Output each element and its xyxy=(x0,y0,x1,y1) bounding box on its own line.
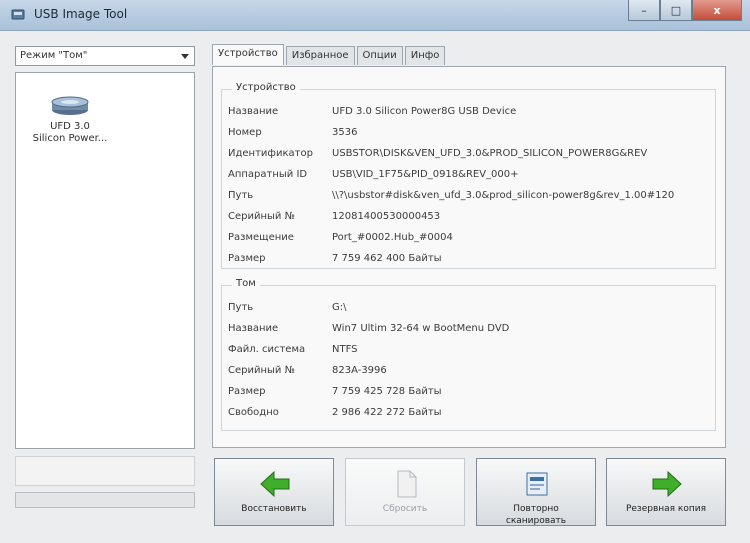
app-window: USB Image Tool – □ x Режим "Том" UFD 3.0… xyxy=(0,0,750,543)
usb-drive-icon xyxy=(51,96,89,115)
mode-select[interactable]: Режим "Том" xyxy=(15,46,195,66)
info-row: Название Win7 Ultim 32-64 w BootMenu DVD xyxy=(228,319,718,339)
info-value: UFD 3.0 Silicon Power8G USB Device xyxy=(332,106,517,117)
device-info-panel: Устройство Название UFD 3.0 Silicon Power… xyxy=(212,66,726,448)
info-value: 7 759 425 728 Байты xyxy=(332,386,442,397)
info-value: 12081400530000453 xyxy=(332,211,441,222)
info-value: Win7 Ultim 32-64 w BootMenu DVD xyxy=(332,323,510,334)
info-value: USB\VID_1F75&PID_0918&REV_000+ xyxy=(332,169,519,180)
info-value: G:\ xyxy=(332,302,347,313)
info-value: \\?\usbstor#disk&ven_ufd_3.0&prod_silico… xyxy=(332,190,675,201)
chevron-down-icon xyxy=(181,54,189,59)
info-row: Идентификатор USBSTOR\DISK&VEN_UFD_3.0&PR… xyxy=(228,144,718,164)
info-key: Название xyxy=(228,106,279,117)
close-button[interactable]: x xyxy=(692,0,742,21)
rescan-icon xyxy=(526,472,548,496)
tab-options[interactable]: Опции xyxy=(356,46,403,65)
info-row: Аппаратный ID USB\VID_1F75&PID_0918&REV_0… xyxy=(228,165,718,185)
tab-favorites[interactable]: Избранное xyxy=(285,46,355,65)
device-item[interactable]: UFD 3.0 Silicon Power... xyxy=(20,87,120,145)
info-row: Размещение Port_#0002.Hub_#0004 xyxy=(228,228,718,248)
save-button-label: Сбросить xyxy=(382,504,428,514)
info-key: Аппаратный ID xyxy=(228,169,308,180)
volume-group-title: Том xyxy=(232,278,260,289)
tab-device[interactable]: Устройство xyxy=(212,44,284,65)
device-group: Устройство Название UFD 3.0 Silicon Power… xyxy=(221,82,718,269)
info-key: Номер xyxy=(228,127,262,138)
info-key: Размер xyxy=(228,253,266,264)
info-row: Путь G:\ xyxy=(228,298,718,318)
title-bar: USB Image Tool – □ x xyxy=(0,0,750,31)
maximize-button[interactable]: □ xyxy=(660,0,692,21)
backup-button[interactable]: Резервная копия xyxy=(606,458,726,526)
info-key: Путь xyxy=(228,190,254,201)
info-row: Размер 7 759 462 400 Байты xyxy=(228,249,718,269)
tab-bar: Устройство Избранное Опции Инфо xyxy=(212,44,447,66)
tab-info[interactable]: Инфо xyxy=(404,46,446,65)
info-value: 823A-3996 xyxy=(332,365,387,376)
progress-bar xyxy=(15,492,195,508)
arrow-right-icon xyxy=(652,470,682,498)
device-label-line2: Silicon Power... xyxy=(32,133,108,144)
restore-button[interactable]: Восстановить xyxy=(214,458,334,526)
info-key: Путь xyxy=(228,302,254,313)
info-key: Свободно xyxy=(228,407,279,418)
info-key: Файл. система xyxy=(228,344,306,355)
rescan-label-line1: Повторно xyxy=(513,504,559,514)
info-value: 2 986 422 272 Байты xyxy=(332,407,442,418)
info-value: Port_#0002.Hub_#0004 xyxy=(332,232,453,243)
device-label-line1: UFD 3.0 xyxy=(50,121,90,132)
info-value: NTFS xyxy=(332,344,358,355)
status-box xyxy=(15,456,195,486)
rescan-button[interactable]: Повторно сканировать xyxy=(476,458,596,526)
rescan-button-label: Повторно сканировать xyxy=(477,503,595,527)
info-row: Размер 7 759 425 728 Байты xyxy=(228,382,718,402)
info-key: Размер xyxy=(228,386,266,397)
info-value: 3536 xyxy=(332,127,358,138)
volume-group: Том Путь G:\ Название Win7 Ultim 32-64 w B… xyxy=(221,278,718,431)
info-row: Путь \\?\usbstor#disk&ven_ufd_3.0&prod_si… xyxy=(228,186,718,206)
info-key: Идентификатор xyxy=(228,148,313,159)
info-value: 7 759 462 400 Байты xyxy=(332,253,442,264)
info-row: Серийный № 823A-3996 xyxy=(228,361,718,381)
info-row: Номер 3536 xyxy=(228,123,718,143)
info-row: Файл. система NTFS xyxy=(228,340,718,360)
info-key: Размещение xyxy=(228,232,294,243)
info-key: Название xyxy=(228,323,279,334)
arrow-left-icon xyxy=(260,470,290,498)
usb-app-icon xyxy=(11,9,25,20)
window-controls: – □ x xyxy=(628,0,742,22)
minimize-button[interactable]: – xyxy=(628,0,660,21)
info-key: Серийный № xyxy=(228,211,295,222)
device-group-title: Устройство xyxy=(232,82,300,93)
info-row: Серийный № 12081400530000453 xyxy=(228,207,718,227)
info-key: Серийный № xyxy=(228,365,295,376)
rescan-label-line2: сканировать xyxy=(505,516,567,526)
window-title: USB Image Tool xyxy=(34,7,128,21)
device-list[interactable]: UFD 3.0 Silicon Power... xyxy=(15,72,195,449)
info-row: Свободно 2 986 422 272 Байты xyxy=(228,403,718,423)
save-button[interactable]: Сбросить xyxy=(345,458,465,526)
restore-button-label: Восстановить xyxy=(241,504,307,514)
info-row: Название UFD 3.0 Silicon Power8G USB Devi… xyxy=(228,102,718,122)
mode-select-value: Режим "Том" xyxy=(20,50,88,61)
document-icon xyxy=(397,470,417,498)
backup-button-label: Резервная копия xyxy=(625,504,707,514)
info-value: USBSTOR\DISK&VEN_UFD_3.0&PROD_SILICON_PO… xyxy=(332,148,648,159)
